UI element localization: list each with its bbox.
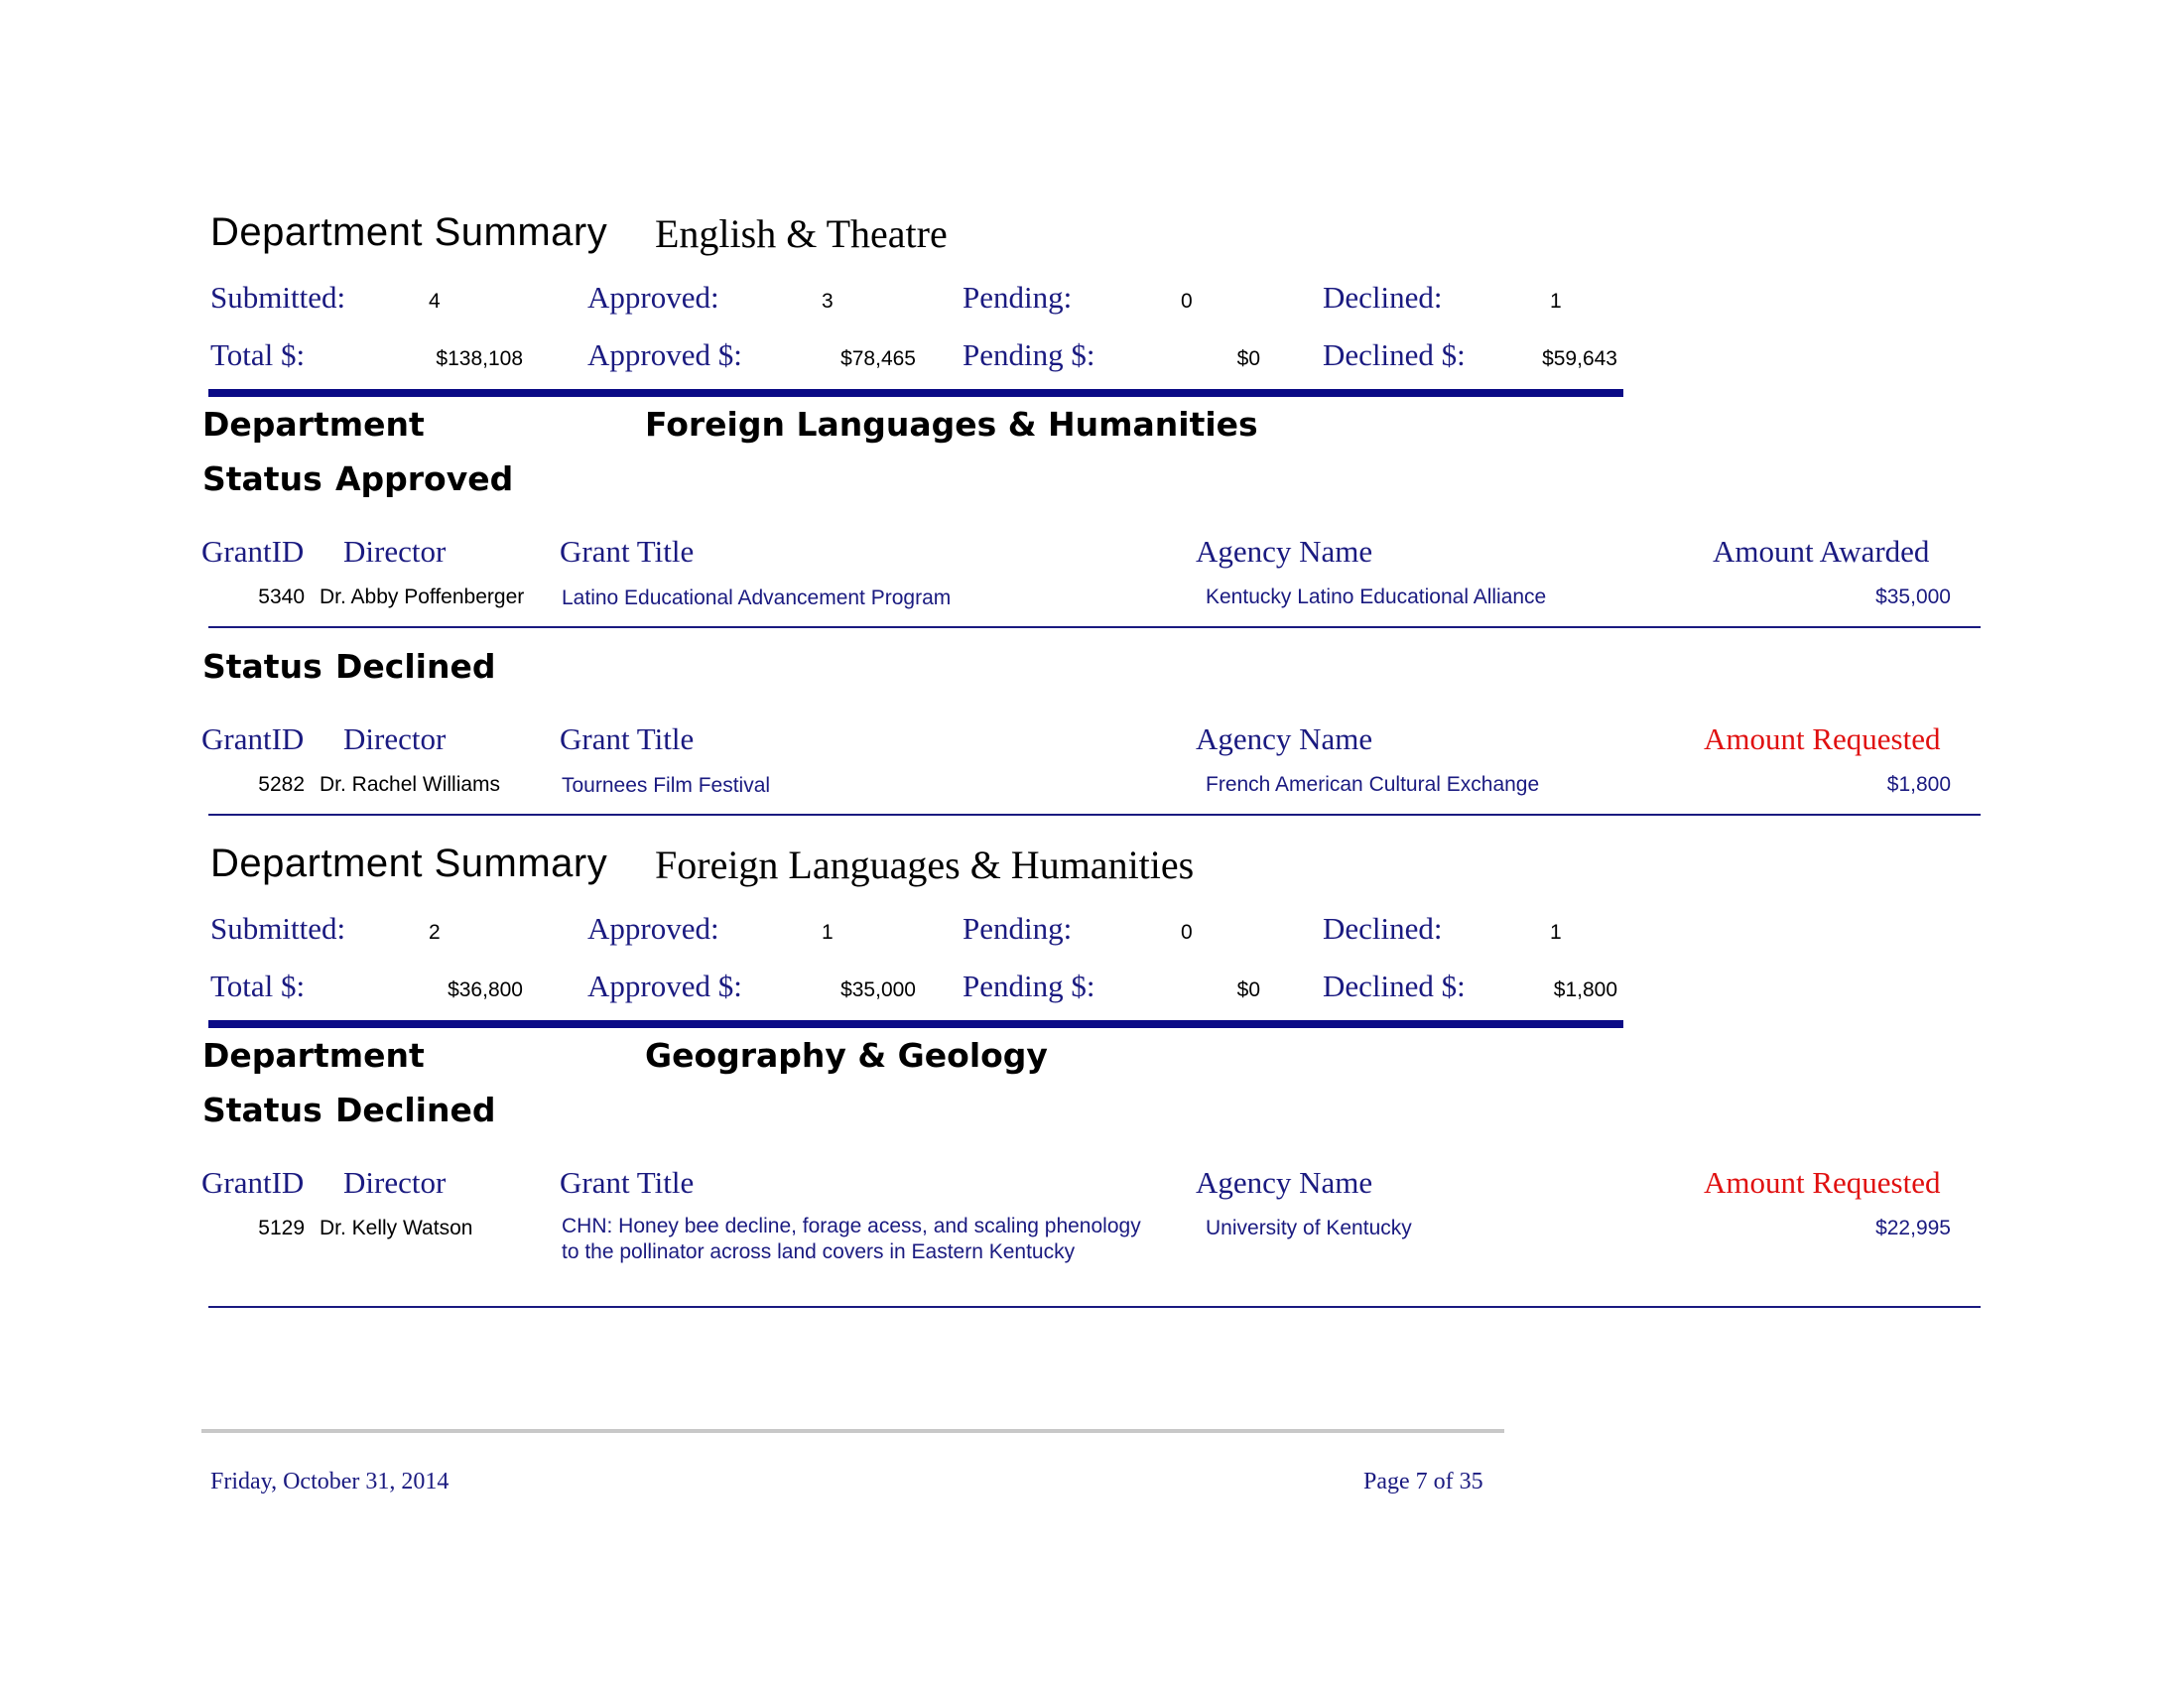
- amount-requested: $1,800: [1886, 773, 1951, 796]
- grant-title: Latino Educational Advancement Program: [562, 586, 952, 609]
- grant-id: 5282: [258, 773, 305, 796]
- declined-label: Declined:: [1323, 280, 1443, 315]
- grant-id: 5129: [258, 1217, 305, 1239]
- column-header-amount-awarded: Amount Awarded: [1713, 534, 1930, 569]
- approved-count: 1: [822, 921, 834, 944]
- column-header-grantid: GrantID: [201, 534, 305, 569]
- approved-amount: $35,000: [840, 978, 916, 1001]
- department-name: Geography & Geology: [645, 1036, 1048, 1075]
- director-name: Dr. Abby Poffenberger: [320, 585, 525, 608]
- column-header-grantid: GrantID: [201, 1165, 305, 1200]
- total-label: Total $:: [210, 969, 306, 1003]
- pending-count: 0: [1181, 921, 1193, 944]
- column-header-grant-title: Grant Title: [560, 1165, 695, 1200]
- department-name: Foreign Languages & Humanities: [645, 405, 1258, 444]
- summary-divider: [208, 389, 1623, 397]
- status-value: Declined: [335, 1091, 496, 1129]
- pending-amount-label: Pending $:: [963, 969, 1095, 1003]
- footer-divider: [201, 1429, 1504, 1433]
- submitted-label: Submitted:: [210, 280, 346, 315]
- column-header-agency-name: Agency Name: [1196, 534, 1373, 569]
- grant-title: CHN: Honey bee decline, forage acess, an…: [562, 1215, 1141, 1263]
- pending-count: 0: [1181, 290, 1193, 313]
- department-label: Department: [202, 405, 425, 444]
- row-divider: [208, 814, 1981, 816]
- approved-amount-label: Approved $:: [587, 337, 742, 372]
- director-name: Dr. Kelly Watson: [320, 1217, 473, 1239]
- column-header-amount-requested: Amount Requested: [1704, 721, 1941, 756]
- declined-count: 1: [1550, 921, 1562, 944]
- summary-title: Department Summary: [210, 210, 608, 254]
- pending-label: Pending:: [963, 280, 1073, 315]
- agency-name: Kentucky Latino Educational Alliance: [1206, 585, 1547, 608]
- column-header-agency-name: Agency Name: [1196, 721, 1373, 756]
- amount-requested: $22,995: [1875, 1217, 1951, 1239]
- status-value: Declined: [335, 647, 496, 686]
- column-header-grant-title: Grant Title: [560, 721, 695, 756]
- amount-awarded: $35,000: [1875, 585, 1951, 608]
- declined-amount-label: Declined $:: [1323, 337, 1466, 372]
- declined-count: 1: [1550, 290, 1562, 313]
- approved-label: Approved:: [587, 280, 719, 315]
- total-amount: $36,800: [448, 978, 523, 1001]
- row-divider: [208, 626, 1981, 628]
- department-label: Department: [202, 1036, 425, 1075]
- summary-divider: [208, 1020, 1623, 1028]
- submitted-count: 4: [429, 290, 441, 313]
- director-name: Dr. Rachel Williams: [320, 773, 501, 796]
- status-value: Approved: [335, 459, 514, 498]
- approved-amount-label: Approved $:: [587, 969, 742, 1003]
- grant-id: 5340: [258, 585, 305, 608]
- agency-name: French American Cultural Exchange: [1206, 773, 1540, 796]
- pending-amount: $0: [1236, 347, 1260, 370]
- grant-title: Tournees Film Festival: [562, 774, 771, 797]
- column-header-amount-requested: Amount Requested: [1704, 1165, 1941, 1200]
- agency-name: University of Kentucky: [1206, 1217, 1412, 1239]
- status-label: Status: [202, 1091, 322, 1129]
- summary-department-name: Foreign Languages & Humanities: [655, 843, 1195, 887]
- row-divider: [208, 1306, 1981, 1308]
- status-label: Status: [202, 647, 322, 686]
- page-number: Page 7 of 35: [1363, 1469, 1483, 1494]
- submitted-label: Submitted:: [210, 911, 346, 946]
- column-header-director: Director: [343, 1165, 447, 1200]
- column-header-director: Director: [343, 534, 447, 569]
- approved-count: 3: [822, 290, 834, 313]
- column-header-agency-name: Agency Name: [1196, 1165, 1373, 1200]
- submitted-count: 2: [429, 921, 441, 944]
- declined-amount: $59,643: [1542, 347, 1617, 370]
- declined-amount: $1,800: [1553, 978, 1617, 1001]
- summary-department-name: English & Theatre: [655, 211, 948, 256]
- total-amount: $138,108: [436, 347, 523, 370]
- summary-title: Department Summary: [210, 842, 608, 885]
- column-header-grant-title: Grant Title: [560, 534, 695, 569]
- approved-label: Approved:: [587, 911, 719, 946]
- footer-date: Friday, October 31, 2014: [210, 1469, 450, 1494]
- approved-amount: $78,465: [840, 347, 916, 370]
- total-label: Total $:: [210, 337, 306, 372]
- declined-label: Declined:: [1323, 911, 1443, 946]
- status-label: Status: [202, 459, 322, 498]
- pending-amount: $0: [1236, 978, 1260, 1001]
- column-header-grantid: GrantID: [201, 721, 305, 756]
- pending-label: Pending:: [963, 911, 1073, 946]
- declined-amount-label: Declined $:: [1323, 969, 1466, 1003]
- column-header-director: Director: [343, 721, 447, 756]
- pending-amount-label: Pending $:: [963, 337, 1095, 372]
